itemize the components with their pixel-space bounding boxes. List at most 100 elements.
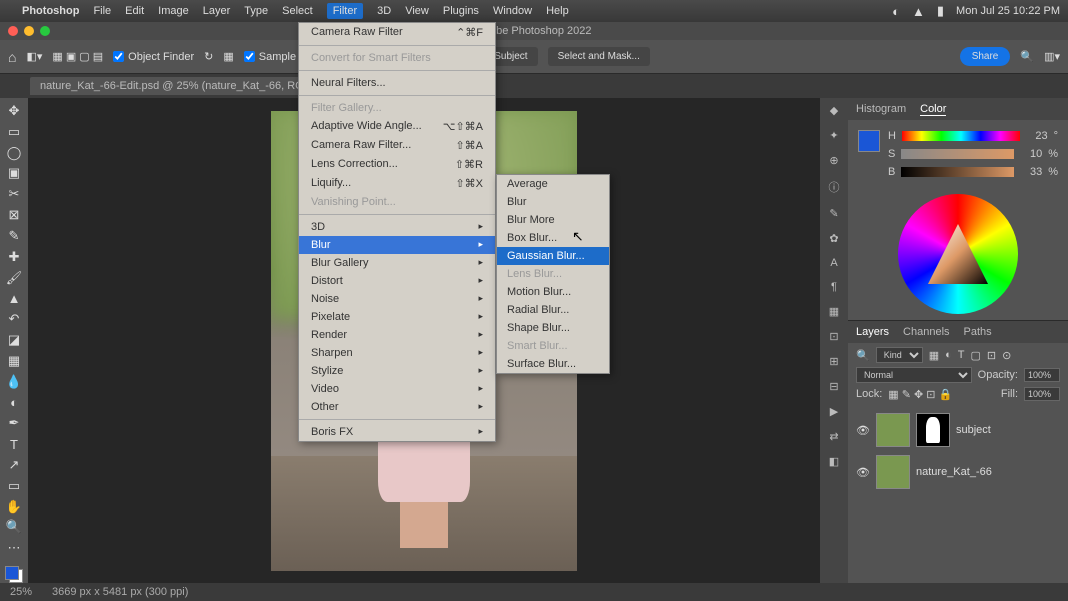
zoom-level[interactable]: 25%	[10, 586, 32, 598]
menu-view[interactable]: View	[405, 5, 429, 17]
panel-icon[interactable]: ⊕	[829, 154, 838, 167]
color-tab[interactable]: Color	[920, 103, 946, 116]
object-select-tool[interactable]: ▣	[3, 164, 25, 182]
blur-tool[interactable]: 💧	[3, 373, 25, 391]
panel-icon[interactable]: ⊞	[829, 355, 838, 368]
menu-edit[interactable]: Edit	[125, 5, 144, 17]
blur-more[interactable]: Blur More	[497, 211, 609, 229]
maximize-window-button[interactable]	[40, 26, 50, 36]
visibility-icon[interactable]: 👁	[856, 466, 870, 479]
filter-render-submenu[interactable]: Render	[299, 326, 495, 344]
tool-preset-icon[interactable]: ◧▾	[26, 50, 42, 63]
panel-icon[interactable]: ⓘ	[829, 179, 840, 195]
layer-mask-thumbnail[interactable]	[916, 413, 950, 447]
home-icon[interactable]: ⌂	[8, 49, 16, 65]
clone-tool[interactable]: ▲	[3, 289, 25, 307]
lasso-tool[interactable]: ◯	[3, 144, 25, 162]
filter-boris-submenu[interactable]: Boris FX	[299, 423, 495, 441]
filter-shape-icon[interactable]: ▢	[971, 349, 981, 362]
minimize-window-button[interactable]	[24, 26, 34, 36]
blur-blur[interactable]: Blur	[497, 193, 609, 211]
layer-name[interactable]: nature_Kat_-66	[916, 466, 992, 478]
menu-select[interactable]: Select	[282, 5, 313, 17]
blur-motion[interactable]: Motion Blur...	[497, 283, 609, 301]
app-name[interactable]: Photoshop	[22, 5, 79, 17]
menu-3d[interactable]: 3D	[377, 5, 391, 17]
zoom-tool[interactable]: 🔍	[3, 519, 25, 537]
filter-video-submenu[interactable]: Video	[299, 380, 495, 398]
crop-tool[interactable]: ✂	[3, 185, 25, 203]
refresh-icon[interactable]: ↻	[204, 50, 213, 63]
filter-camera-raw-last[interactable]: Camera Raw Filter⌃⌘F	[299, 23, 495, 42]
panel-icon[interactable]: ✎	[829, 207, 838, 220]
filter-type-icon[interactable]: T	[958, 349, 965, 361]
menu-filter[interactable]: Filter	[327, 3, 363, 19]
panel-icon[interactable]: ▶	[830, 405, 838, 418]
panel-icon[interactable]: ⇄	[829, 430, 838, 443]
history-brush-tool[interactable]: ↶	[3, 310, 25, 328]
healing-tool[interactable]: ✚	[3, 248, 25, 266]
filter-pixel-icon[interactable]: ▦	[929, 349, 939, 362]
edit-toolbar[interactable]: ⋯	[3, 539, 25, 557]
blur-shape[interactable]: Shape Blur...	[497, 319, 609, 337]
filter-adaptive[interactable]: Adaptive Wide Angle...⌥⇧⌘A	[299, 117, 495, 136]
filter-kind-select[interactable]: Kind	[876, 347, 923, 363]
filter-neural[interactable]: Neural Filters...	[299, 74, 495, 92]
panel-icon[interactable]: ✿	[829, 232, 838, 245]
panel-icon[interactable]: ✦	[829, 129, 838, 142]
filter-other-submenu[interactable]: Other	[299, 398, 495, 416]
frame-tool[interactable]: ⊠	[3, 206, 25, 224]
eyedropper-tool[interactable]: ✎	[3, 227, 25, 245]
filter-pixelate-submenu[interactable]: Pixelate	[299, 308, 495, 326]
shape-tool[interactable]: ▭	[3, 477, 25, 495]
filter-liquify[interactable]: Liquify...⇧⌘X	[299, 174, 495, 193]
move-tool[interactable]: ✥	[3, 102, 25, 120]
clock[interactable]: Mon Jul 25 10:22 PM	[956, 5, 1060, 17]
filter-sharpen-submenu[interactable]: Sharpen	[299, 344, 495, 362]
panel-icon[interactable]: ▦	[829, 305, 839, 318]
paths-tab[interactable]: Paths	[964, 326, 992, 338]
gradient-tool[interactable]: ▦	[3, 352, 25, 370]
panel-icon[interactable]: A	[830, 257, 837, 269]
show-all-icon[interactable]: ▦	[223, 50, 233, 63]
brush-tool[interactable]: 🖌	[3, 269, 25, 287]
saturation-slider[interactable]	[901, 149, 1014, 159]
filter-3d-submenu[interactable]: 3D	[299, 218, 495, 236]
hand-tool[interactable]: ✋	[3, 498, 25, 516]
filter-noise-submenu[interactable]: Noise	[299, 290, 495, 308]
dodge-tool[interactable]: ◐	[3, 394, 25, 412]
layer-row[interactable]: 👁 subject	[852, 409, 1064, 451]
workspace-icon[interactable]: ▥▾	[1044, 50, 1060, 63]
creative-cloud-icon[interactable]: ◐	[892, 4, 900, 19]
menu-type[interactable]: Type	[244, 5, 268, 17]
close-window-button[interactable]	[8, 26, 18, 36]
select-and-mask-button[interactable]: Select and Mask...	[548, 47, 650, 66]
menu-plugins[interactable]: Plugins	[443, 5, 479, 17]
layer-row[interactable]: 👁 nature_Kat_-66	[852, 451, 1064, 493]
panel-icon[interactable]: ⊟	[829, 380, 838, 393]
menu-file[interactable]: File	[93, 5, 111, 17]
filter-camera-raw[interactable]: Camera Raw Filter...⇧⌘A	[299, 136, 495, 155]
share-button[interactable]: Share	[960, 47, 1011, 66]
foreground-swatch[interactable]	[858, 130, 880, 152]
layer-thumbnail[interactable]	[876, 413, 910, 447]
blend-mode-select[interactable]: Normal	[856, 367, 972, 383]
menu-window[interactable]: Window	[493, 5, 532, 17]
fill-input[interactable]	[1024, 387, 1060, 401]
color-swatches[interactable]	[5, 566, 23, 583]
filter-lens[interactable]: Lens Correction...⇧⌘R	[299, 155, 495, 174]
blur-surface[interactable]: Surface Blur...	[497, 355, 609, 373]
filter-adjust-icon[interactable]: ◐	[945, 349, 952, 361]
panel-icon[interactable]: ⊡	[829, 330, 838, 343]
blur-box[interactable]: Box Blur...	[497, 229, 609, 247]
visibility-icon[interactable]: 👁	[856, 424, 870, 437]
layer-thumbnail[interactable]	[876, 455, 910, 489]
wifi-icon[interactable]: ▲	[912, 4, 925, 19]
eraser-tool[interactable]: ◪	[3, 331, 25, 349]
color-wheel[interactable]	[898, 194, 1018, 314]
filter-blur-submenu[interactable]: Blur	[299, 236, 495, 254]
brightness-slider[interactable]	[901, 167, 1014, 177]
panel-icon[interactable]: ◧	[829, 455, 839, 468]
filter-smart-icon[interactable]: ⊡	[987, 349, 996, 362]
pen-tool[interactable]: ✒	[3, 414, 25, 432]
